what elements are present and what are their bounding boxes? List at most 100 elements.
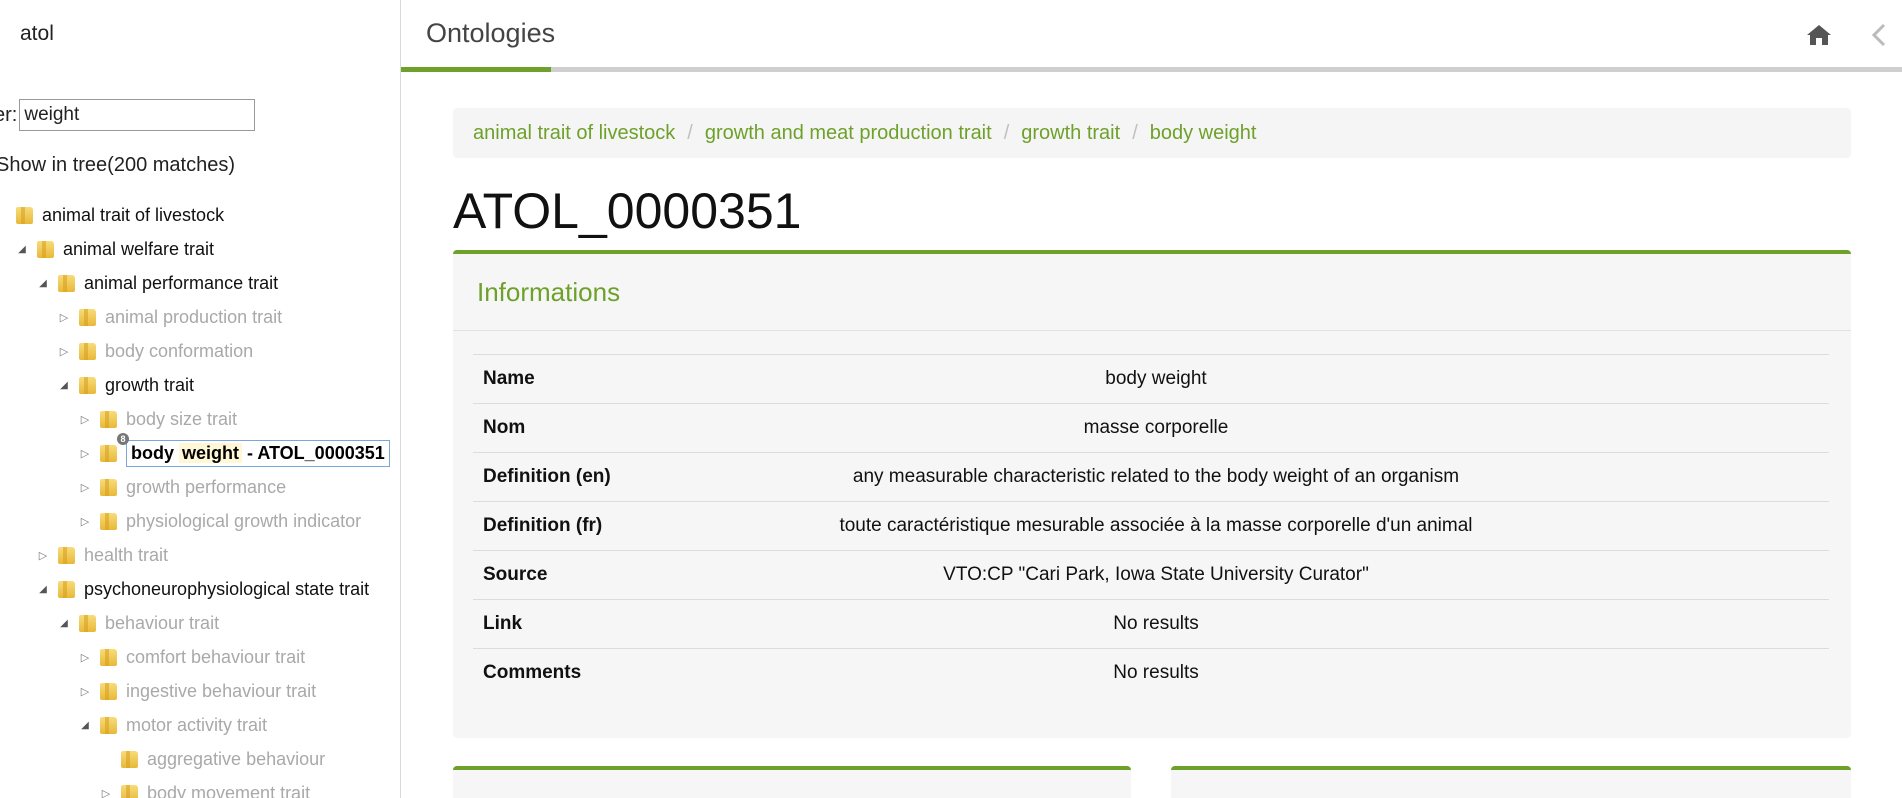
tree-node-label: comfort behaviour trait <box>126 646 306 667</box>
tree-node[interactable]: ▷ growth performance <box>78 472 286 502</box>
info-value: toute caractéristique mesurable associée… <box>773 501 1829 551</box>
breadcrumb-separator: / <box>687 121 693 144</box>
informations-heading: Informations <box>453 254 1851 331</box>
expand-toggle-icon[interactable]: ▷ <box>99 786 113 798</box>
tree-node[interactable]: ▷ physiological growth indicator <box>78 506 361 536</box>
filter-input[interactable] <box>19 99 256 131</box>
info-row: Link No results <box>473 599 1829 649</box>
folder-icon <box>100 409 118 429</box>
tree-node[interactable]: ▷ health trait <box>36 540 168 570</box>
lower-panel-right <box>1171 766 1851 798</box>
ontology-sidebar: atol er: Show in tree(200 matches) anima… <box>0 0 401 798</box>
tree-node-label: body movement trait <box>147 782 311 798</box>
breadcrumb-link[interactable]: animal trait of livestock <box>473 122 675 145</box>
expand-toggle-icon[interactable]: ▷ <box>57 344 71 358</box>
show-in-tree-label: Show in tree(200 matches) <box>0 154 236 176</box>
match-word: body <box>131 442 174 463</box>
tree-node[interactable]: ▷ body movement trait <box>99 778 310 798</box>
expand-toggle-icon[interactable]: ▷ <box>78 650 92 664</box>
match-highlight: weight <box>179 442 243 463</box>
expand-toggle-icon[interactable]: ▷ <box>78 412 92 426</box>
tree-node[interactable]: ▷ body size trait <box>78 404 237 434</box>
main-content: animal trait of livestock / growth and mea… <box>401 72 1902 798</box>
info-value: No results <box>773 599 1829 649</box>
tree-node-label: animal welfare trait <box>63 238 215 259</box>
info-row: Nom masse corporelle <box>473 403 1829 453</box>
tree-node[interactable]: animal trait of livestock <box>0 200 224 230</box>
expand-toggle-icon[interactable]: ▷ <box>78 480 92 494</box>
tree-node[interactable]: ▷ 8 body weight - ATOL_0000351 <box>78 432 390 468</box>
folder-icon <box>100 715 118 735</box>
home-icon <box>1807 25 1831 45</box>
expand-toggle-icon[interactable]: ▷ <box>78 446 92 460</box>
info-value: any measurable characteristic related to… <box>773 452 1829 502</box>
collapse-toggle-icon[interactable]: ◢ <box>78 718 92 732</box>
collapse-toggle-icon[interactable]: ◢ <box>36 582 50 596</box>
info-key: Source <box>473 550 773 600</box>
tree-node-label: psychoneurophysiological state trait <box>84 578 370 599</box>
informations-panel: Informations Name body weight Nom masse cor… <box>453 250 1851 738</box>
info-value: masse corporelle <box>773 403 1829 453</box>
collapse-toggle-icon[interactable]: ◢ <box>15 242 29 256</box>
ontology-name: atol <box>20 22 54 45</box>
expand-toggle-icon[interactable]: ▷ <box>78 514 92 528</box>
tree-node-label-selected: 8 body weight - ATOL_0000351 <box>117 432 390 467</box>
page-title: Ontologies <box>426 18 556 48</box>
collapse-button[interactable] <box>1864 20 1894 50</box>
chevron-left-icon <box>1871 23 1886 47</box>
collapse-toggle-icon[interactable]: ◢ <box>36 276 50 290</box>
filter-row: er: <box>0 97 256 133</box>
collapse-toggle-icon[interactable]: ◢ <box>57 378 71 392</box>
folder-icon <box>79 307 97 327</box>
tree-node[interactable]: ◢ animal welfare trait <box>15 234 214 264</box>
tree-node-label: animal production trait <box>105 306 283 327</box>
info-row: Source VTO:CP "Cari Park, Iowa State Univ… <box>473 550 1829 600</box>
tree-node[interactable]: ◢ psychoneurophysiological state trait <box>36 574 369 604</box>
tree-node[interactable]: ◢ motor activity trait <box>78 710 267 740</box>
tree-node-label: physiological growth indicator <box>126 510 362 531</box>
tree-node[interactable]: ▷ animal production trait <box>57 302 282 332</box>
tree-node-label: behaviour trait <box>105 612 220 633</box>
tree-node[interactable]: ▷ comfort behaviour trait <box>78 642 305 672</box>
info-row: Definition (fr) toute caractéristique mes… <box>473 501 1829 551</box>
collapse-toggle-icon[interactable]: ◢ <box>57 616 71 630</box>
tree-node-label: animal performance trait <box>84 272 279 293</box>
informations-table: Name body weight Nom masse corporelle Defini… <box>473 354 1829 697</box>
tree-node-label: health trait <box>84 544 169 565</box>
info-key: Name <box>473 354 773 404</box>
breadcrumb-link[interactable]: growth trait <box>1021 122 1120 145</box>
folder-icon <box>79 375 97 395</box>
info-key: Link <box>473 599 773 649</box>
lower-panel-left <box>453 766 1131 798</box>
tree-node-label: growth trait <box>105 374 195 395</box>
folder-icon <box>100 443 118 463</box>
folder-icon <box>100 681 118 701</box>
folder-icon <box>58 579 76 599</box>
folder-icon <box>58 545 76 565</box>
breadcrumb-link[interactable]: growth and meat production trait <box>705 122 992 145</box>
tree-node[interactable]: ◢ behaviour trait <box>57 608 219 638</box>
filter-label: er: <box>0 103 18 126</box>
tree-node-label: body size trait <box>126 408 238 429</box>
tree-node-label: animal trait of livestock <box>42 204 225 225</box>
tree-node-label: aggregative behaviour <box>147 748 326 769</box>
info-row: Comments No results <box>473 648 1829 697</box>
tree-node[interactable]: ◢ growth trait <box>57 370 194 400</box>
folder-icon <box>100 477 118 497</box>
tree-node[interactable]: aggregative behaviour <box>99 744 325 774</box>
tree-node-label: motor activity trait <box>126 714 268 735</box>
breadcrumb-link[interactable]: body weight <box>1150 122 1257 145</box>
expand-toggle-icon[interactable]: ▷ <box>57 310 71 324</box>
expand-toggle-icon[interactable]: ▷ <box>78 684 92 698</box>
info-row: Name body weight <box>473 354 1829 404</box>
info-key: Comments <box>473 648 773 697</box>
folder-icon <box>79 341 97 361</box>
tree-node[interactable]: ▷ body conformation <box>57 336 253 366</box>
expand-toggle-icon[interactable]: ▷ <box>36 548 50 562</box>
info-key: Definition (en) <box>473 452 773 502</box>
tree-node-label: ingestive behaviour trait <box>126 680 317 701</box>
home-button[interactable] <box>1804 20 1834 50</box>
breadcrumb-separator: / <box>1132 121 1138 144</box>
tree-node[interactable]: ◢ animal performance trait <box>36 268 278 298</box>
tree-node[interactable]: ▷ ingestive behaviour trait <box>78 676 316 706</box>
